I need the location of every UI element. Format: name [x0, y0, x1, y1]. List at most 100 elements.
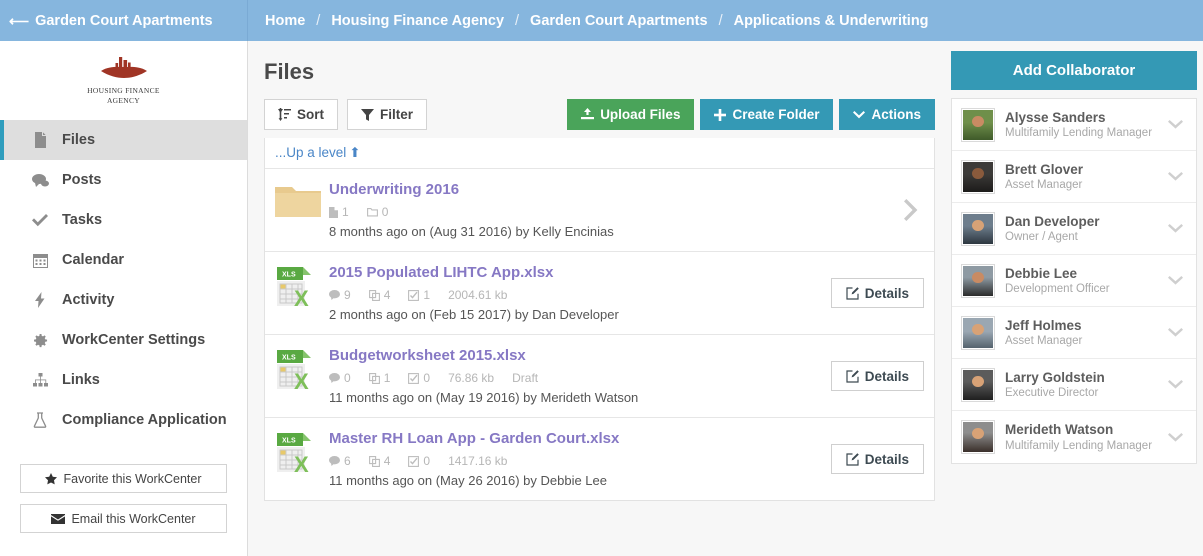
sitemap-icon [30, 373, 50, 387]
logo-building-icon [100, 57, 147, 78]
sidebar-nav: Files Posts Tasks Calendar Activity Work… [0, 120, 247, 440]
chevron-down-icon[interactable] [1168, 224, 1187, 233]
avatar [961, 263, 995, 298]
toolbar-primary-actions: Upload Files Create Folder Actions [567, 99, 935, 130]
sidebar: HOUSING FINANCE AGENCY Files Posts Tasks… [0, 41, 248, 556]
table-row[interactable]: Underwriting 2016 1 0 8 months ago on (A… [265, 169, 934, 252]
folder-icon [275, 181, 329, 221]
chevron-down-icon[interactable] [1168, 120, 1187, 129]
row-subtitle: 11 months ago on (May 19 2016) by Meride… [329, 390, 639, 405]
breadcrumb-item-home[interactable]: Home [265, 13, 305, 29]
pencil-square-icon [846, 369, 859, 383]
svg-text:X: X [294, 286, 309, 308]
task-count: 1 [408, 288, 430, 302]
file-size: 1417.16 kb [448, 454, 508, 468]
row-meta: 9 4 1 2004.61 kb [329, 288, 821, 302]
breadcrumb-item-current[interactable]: Applications & Underwriting [734, 13, 929, 29]
row-meta: 0 1 0 76.86 kb Draft [329, 371, 821, 385]
workcenter-back-link[interactable]: ⟵ Garden Court Apartments [0, 0, 248, 41]
create-folder-button[interactable]: Create Folder [700, 99, 834, 130]
list-item[interactable]: Brett Glover Asset Manager [952, 151, 1196, 203]
collaborator-role: Owner / Agent [1005, 231, 1078, 244]
workcenter-title: Garden Court Apartments [35, 12, 213, 29]
sidebar-item-posts[interactable]: Posts [0, 160, 247, 200]
avatar [961, 315, 995, 350]
chevron-down-icon[interactable] [1168, 276, 1187, 285]
bolt-icon [30, 292, 50, 309]
details-label: Details [864, 285, 909, 301]
logo-line-2: AGENCY [106, 96, 141, 106]
chevron-down-icon[interactable] [1168, 328, 1187, 337]
sidebar-item-links[interactable]: Links [0, 360, 247, 400]
comment-icon [329, 373, 340, 383]
list-item[interactable]: Dan Developer Owner / Agent [952, 203, 1196, 255]
comment-count: 6 [329, 454, 351, 468]
up-a-level-link[interactable]: ...Up a level ⬆ [265, 138, 934, 169]
collaborator-name: Brett Glover [1005, 161, 1084, 177]
chevron-down-icon[interactable] [1168, 172, 1187, 181]
list-item[interactable]: Larry Goldstein Executive Director [952, 359, 1196, 411]
details-button[interactable]: Details [830, 278, 924, 308]
actions-button[interactable]: Actions [839, 99, 935, 130]
breadcrumb-item-agency[interactable]: Housing Finance Agency [331, 13, 504, 29]
svg-text:X: X [294, 452, 309, 474]
row-action: Details [821, 361, 924, 391]
sidebar-item-calendar[interactable]: Calendar [0, 240, 247, 280]
table-row[interactable]: XLS X Master RH Loan App - Garden Court.… [265, 418, 934, 500]
list-item[interactable]: Merideth Watson Multifamily Lending Mana… [952, 411, 1196, 463]
file-name-link[interactable]: Underwriting 2016 [329, 181, 894, 199]
chevron-right-icon[interactable] [904, 199, 924, 221]
add-collaborator-button[interactable]: Add Collaborator [951, 51, 1197, 90]
task-count: 0 [408, 371, 430, 385]
version-count-value: 4 [383, 288, 391, 302]
collaborator-role: Executive Director [1005, 387, 1099, 400]
sort-label: Sort [297, 107, 324, 122]
sidebar-item-label: Files [62, 132, 96, 149]
filter-button[interactable]: Filter [347, 99, 428, 130]
svg-text:X: X [294, 369, 309, 391]
row-action[interactable] [894, 199, 924, 221]
sidebar-item-compliance-application[interactable]: Compliance Application [0, 400, 247, 440]
favorite-workcenter-button[interactable]: Favorite this WorkCenter [20, 464, 227, 494]
collaborator-name: Debbie Lee [1005, 265, 1078, 281]
breadcrumb-item-property[interactable]: Garden Court Apartments [530, 13, 708, 29]
sidebar-item-activity[interactable]: Activity [0, 280, 247, 320]
list-item[interactable]: Jeff Holmes Asset Manager [952, 307, 1196, 359]
sidebar-item-label: Links [62, 372, 100, 389]
breadcrumb-separator: / [515, 12, 520, 29]
sidebar-item-label: Calendar [62, 252, 125, 269]
row-subtitle: 11 months ago on (May 26 2016) by Debbie… [329, 473, 607, 488]
details-button[interactable]: Details [830, 444, 924, 474]
collaborator-info: Debbie Lee Development Officer [1005, 266, 1168, 296]
chevron-down-icon [853, 110, 866, 119]
sidebar-item-label: Activity [62, 292, 115, 309]
collaborator-name: Jeff Holmes [1005, 317, 1082, 333]
chevron-down-icon[interactable] [1168, 380, 1187, 389]
sort-button[interactable]: Sort [264, 99, 338, 130]
details-button[interactable]: Details [830, 361, 924, 391]
xls-icon: XLS X [275, 264, 329, 308]
sort-amount-icon [278, 108, 291, 121]
upload-files-button[interactable]: Upload Files [567, 99, 695, 130]
svg-text:XLS: XLS [282, 272, 296, 279]
chevron-down-icon[interactable] [1168, 432, 1187, 442]
sidebar-item-tasks[interactable]: Tasks [0, 200, 247, 240]
file-count: 1 [329, 205, 349, 219]
comment-count: 9 [329, 288, 351, 302]
table-row[interactable]: XLS X 2015 Populated LIHTC App.xlsx 9 4 … [265, 252, 934, 335]
folder-count-value: 0 [381, 205, 389, 219]
list-item[interactable]: Alysse Sanders Multifamily Lending Manag… [952, 99, 1196, 151]
file-name-link[interactable]: Budgetworksheet 2015.xlsx [329, 347, 821, 365]
sidebar-item-files[interactable]: Files [0, 120, 247, 161]
table-row[interactable]: XLS X Budgetworksheet 2015.xlsx 0 1 0 76… [265, 335, 934, 418]
collaborator-role: Asset Manager [1005, 335, 1083, 348]
file-name-link[interactable]: 2015 Populated LIHTC App.xlsx [329, 264, 821, 282]
sidebar-item-label: WorkCenter Settings [62, 332, 206, 349]
file-name-link[interactable]: Master RH Loan App - Garden Court.xlsx [329, 430, 821, 448]
sidebar-item-label: Posts [62, 172, 102, 189]
task-count: 0 [408, 454, 430, 468]
sidebar-item-workcenter-settings[interactable]: WorkCenter Settings [0, 320, 247, 360]
email-workcenter-button[interactable]: Email this WorkCenter [20, 504, 227, 534]
sidebar-item-label: Tasks [62, 212, 103, 229]
list-item[interactable]: Debbie Lee Development Officer [952, 255, 1196, 307]
